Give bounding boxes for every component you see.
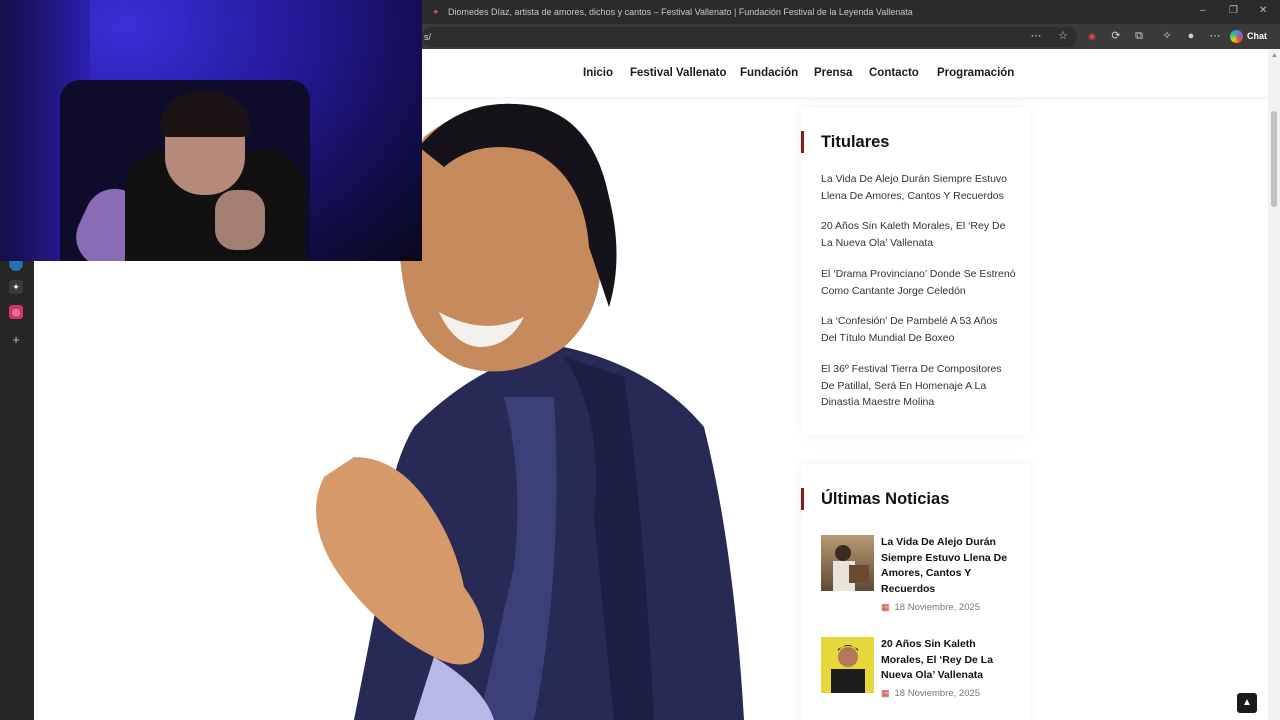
ublock-extension-icon[interactable]: ◉ <box>1084 28 1100 44</box>
news-thumbnail[interactable] <box>821 535 874 591</box>
address-bar[interactable]: s/ <box>422 27 1077 47</box>
split-screen-icon[interactable]: ⧉ <box>1131 28 1147 44</box>
chat-label: Chat <box>1247 31 1267 41</box>
titulares-widget: Titulares La Vida De Alejo Durán Siempre… <box>801 108 1030 435</box>
titular-link[interactable]: La ‘Confesión’ De Pambelé A 53 Años Del … <box>821 313 1016 346</box>
nav-festival-vallenato[interactable]: Festival Vallenato <box>630 67 727 79</box>
news-date: ▦ 18 Noviembre, 2025 <box>881 688 981 699</box>
titular-link[interactable]: El ‘Drama Provinciano’ Donde Se Estrenó … <box>821 266 1016 299</box>
news-title[interactable]: La Vida De Alejo Durán Siempre Estuvo Ll… <box>881 535 1011 597</box>
nav-fundacion[interactable]: Fundación <box>740 67 798 79</box>
copilot-logo-icon <box>1230 30 1243 44</box>
favorite-star-icon[interactable]: ☆ <box>1055 28 1071 44</box>
profile-avatar-icon[interactable]: ● <box>1183 28 1199 44</box>
titulares-heading: Titulares <box>821 133 890 151</box>
nav-prensa[interactable]: Prensa <box>814 67 852 79</box>
copilot-chat-button[interactable]: Chat <box>1230 27 1276 46</box>
titular-link[interactable]: La Vida De Alejo Durán Siempre Estuvo Ll… <box>821 171 1016 204</box>
page-scrollbar[interactable] <box>1268 49 1280 720</box>
reader-mode-icon[interactable]: ⋯ <box>1028 28 1044 44</box>
news-date: ▦ 18 Noviembre, 2025 <box>881 602 981 613</box>
titular-link[interactable]: El 36º Festival Tierra De Compositores D… <box>821 361 1016 411</box>
news-thumbnail[interactable] <box>821 637 874 693</box>
close-icon[interactable]: ✕ <box>1259 5 1267 16</box>
scroll-up-arrow-icon[interactable]: ▲ <box>1271 52 1278 59</box>
nav-programacion[interactable]: Programación <box>937 67 1014 79</box>
titular-link[interactable]: 20 Años Sin Kaleth Morales, El ‘Rey De L… <box>821 218 1016 251</box>
minimize-icon[interactable]: – <box>1200 5 1206 16</box>
tab-title[interactable]: Diomedes Díaz, artista de amores, dichos… <box>448 7 913 17</box>
add-sidebar-app-icon[interactable]: + <box>9 333 23 347</box>
scrollbar-thumb[interactable] <box>1271 111 1277 207</box>
extensions-icon[interactable]: ✧ <box>1159 28 1175 44</box>
instagram-icon[interactable]: ◎ <box>9 305 23 319</box>
refresh-extension-icon[interactable]: ⟳ <box>1108 28 1124 44</box>
webcam-overlay <box>0 0 422 261</box>
sidebar-festival-icon[interactable]: ✦ <box>9 280 23 294</box>
nav-contacto[interactable]: Contacto <box>869 67 919 79</box>
more-menu-icon[interactable]: ⋯ <box>1207 28 1223 44</box>
nav-inicio[interactable]: Inicio <box>583 67 613 79</box>
ultimas-noticias-widget: Últimas Noticias La Vida De Alejo Durán … <box>801 464 1030 720</box>
restore-icon[interactable]: ❐ <box>1229 5 1238 16</box>
heading-accent-bar <box>801 488 804 510</box>
calendar-icon: ▦ <box>881 688 890 698</box>
news-title[interactable]: 20 Años Sin Kaleth Morales, El ‘Rey De L… <box>881 637 1011 684</box>
heading-accent-bar <box>801 131 804 153</box>
ultimas-noticias-heading: Últimas Noticias <box>821 490 950 508</box>
site-favicon-icon: ✦ <box>432 7 440 17</box>
back-to-top-button[interactable]: ▲ <box>1237 693 1257 713</box>
calendar-icon: ▦ <box>881 602 890 612</box>
